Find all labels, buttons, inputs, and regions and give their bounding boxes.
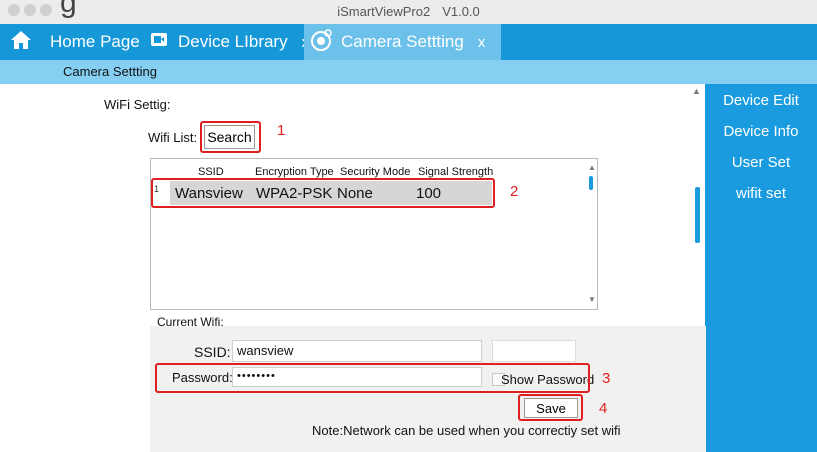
scroll-up-icon[interactable]: ▲ [692,86,701,96]
column-header-signal-strength[interactable]: Signal Strength [418,166,493,178]
column-header-ssid[interactable]: SSID [198,166,224,178]
tab-camera-settting-close-icon[interactable]: x [478,34,486,51]
table-scroll-down-icon[interactable]: ▼ [588,295,596,304]
ssid-label: SSID: [194,344,231,360]
side-menu-user-set[interactable]: User Set [705,154,817,171]
video-camera-icon [150,32,168,52]
side-menu: Device Edit Device Info User Set wifit s… [705,84,817,452]
wifi-section-label: WiFi Settig: [104,97,171,112]
annotation-number-4: 4 [599,400,608,417]
annotation-box-save [518,394,583,421]
window-title-bar: iSmartViewPro2 V1.0.0 [0,0,817,24]
current-wifi-label: Current Wifi: [157,315,224,329]
ssid-field[interactable]: wansview [232,340,482,362]
window-title: iSmartViewPro2 V1.0.0 [337,4,480,19]
camera-settings-icon [310,28,334,57]
blank-field [492,340,576,362]
column-header-encryption-type[interactable]: Encryption Type [255,166,334,178]
annotation-number-3: 3 [602,370,611,387]
tab-device-library-label: Device LIbrary [178,32,288,51]
page-scrollbar[interactable] [695,187,700,243]
partial-heading: g [60,0,77,19]
side-menu-wifit-set[interactable]: wifit set [705,185,817,202]
column-header-security-mode[interactable]: Security Mode [340,166,410,178]
side-menu-device-info[interactable]: Device Info [705,123,817,140]
side-menu-device-edit[interactable]: Device Edit [705,92,817,109]
home-icon [10,30,32,55]
annotation-number-2: 2 [510,183,519,200]
page-header: Camera Settting [0,60,817,84]
tab-device-library[interactable]: Device LIbrary x [150,24,309,60]
tab-camera-settting[interactable]: Camera Settting x [304,24,502,60]
page-title: Camera Settting [63,64,157,79]
tab-bar: Home Page Device LIbrary x Camera Settti… [0,24,817,60]
tab-home-label: Home Page [50,32,140,51]
annotation-box-row [151,178,495,208]
annotation-box-search [200,121,261,153]
wifi-list-label: Wifi List: [148,130,198,145]
table-scroll-up-icon[interactable]: ▲ [588,163,596,172]
tab-camera-settting-label: Camera Settting [341,32,464,51]
annotation-number-1: 1 [277,122,286,139]
tab-home-page[interactable]: Home Page [10,24,140,60]
note-text: Note:Network can be used when you correc… [312,423,621,438]
annotation-box-password [155,363,590,393]
table-scrollbar[interactable] [589,176,593,190]
